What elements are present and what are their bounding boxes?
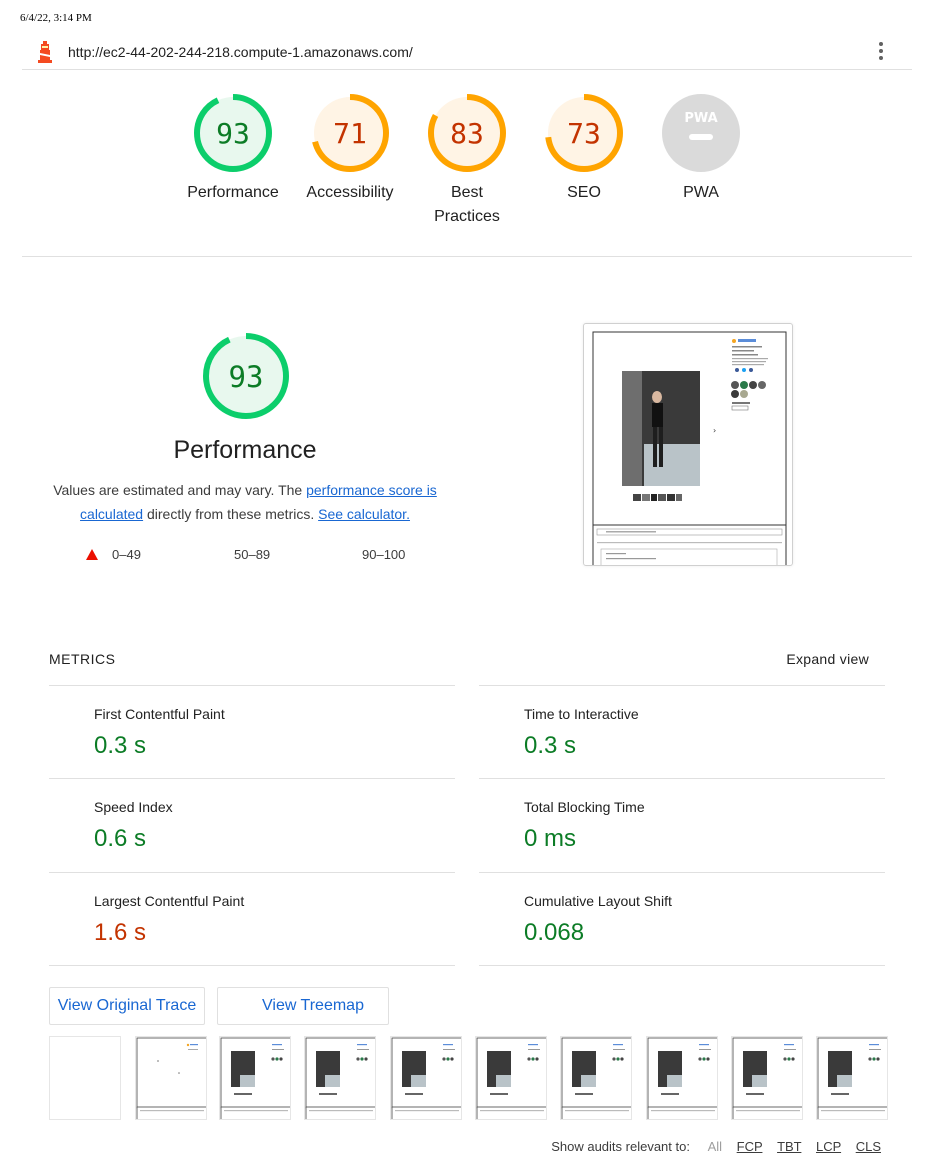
metrics-bottom-rule bbox=[479, 965, 885, 966]
gauge-ring: 93 bbox=[194, 94, 272, 172]
filter-all[interactable]: All bbox=[708, 1139, 722, 1154]
metric-time-to-interactive: Time to Interactive 0.3 s bbox=[479, 685, 885, 779]
filmstrip-frame bbox=[816, 1036, 888, 1120]
gauge-label: SEO bbox=[567, 184, 601, 201]
performance-description: Values are estimated and may vary. The p… bbox=[50, 478, 440, 526]
filter-tbt[interactable]: TBT bbox=[777, 1139, 801, 1154]
gauge-best-practices[interactable]: 83 Best Practices bbox=[407, 93, 527, 229]
desc-text-1: Values are estimated and may vary. The bbox=[53, 482, 307, 498]
metric-value: 0.3 s bbox=[94, 732, 147, 759]
filmstrip-frame bbox=[49, 1036, 121, 1120]
pwa-badge-icon: PWA bbox=[662, 94, 740, 172]
report-topbar: http://ec2-44-202-244-218.compute-1.amaz… bbox=[22, 36, 912, 70]
filmstrip-frame bbox=[219, 1036, 291, 1120]
gauge-label: Accessibility bbox=[306, 184, 394, 201]
print-date: 6/4/22, 3:14 PM bbox=[20, 12, 92, 24]
performance-score: 93 bbox=[229, 360, 264, 394]
desc-text-2: directly from these metrics. bbox=[143, 506, 319, 522]
filmstrip-frame bbox=[135, 1036, 207, 1120]
gauge-label-line1: Best bbox=[450, 184, 483, 201]
filmstrip bbox=[49, 1036, 889, 1120]
scale-average-label: 50–89 bbox=[234, 547, 271, 562]
metric-label: Cumulative Layout Shift bbox=[524, 893, 672, 909]
gauge-pwa[interactable]: PWA PWA bbox=[641, 93, 761, 205]
fail-triangle-icon bbox=[86, 549, 98, 560]
metric-value: 0.068 bbox=[524, 919, 585, 946]
filmstrip-frame bbox=[646, 1036, 718, 1120]
gauge-seo[interactable]: 73 SEO bbox=[524, 93, 644, 205]
filter-cls[interactable]: CLS bbox=[856, 1139, 881, 1154]
metric-value: 0.6 s bbox=[94, 825, 147, 852]
lighthouse-logo-icon bbox=[38, 41, 52, 63]
view-treemap-button[interactable]: View Treemap bbox=[217, 987, 389, 1025]
metric-value: 0.3 s bbox=[524, 732, 577, 759]
metric-value: 1.6 s bbox=[94, 919, 147, 946]
metric-label: Time to Interactive bbox=[524, 706, 639, 722]
scale-fail-label: 0–49 bbox=[112, 547, 141, 562]
view-original-trace-button[interactable]: View Original Trace bbox=[49, 987, 205, 1025]
metric-speed-index: Speed Index 0.6 s bbox=[49, 778, 455, 872]
metric-label: Total Blocking Time bbox=[524, 799, 645, 815]
gauge-ring: 83 bbox=[428, 94, 506, 172]
filmstrip-frame bbox=[560, 1036, 632, 1120]
scale-fail: 0–49 bbox=[86, 547, 141, 562]
gauge-ring: 73 bbox=[545, 94, 623, 172]
scale-average: 50–89 bbox=[234, 547, 270, 562]
metric-value: 0 ms bbox=[524, 825, 577, 852]
final-screenshot: › bbox=[583, 323, 793, 566]
expand-view-toggle[interactable]: Expand view bbox=[786, 651, 869, 667]
gauge-label: Best Practices bbox=[407, 181, 527, 229]
section-divider bbox=[22, 256, 912, 257]
gauge-score: 93 bbox=[216, 117, 250, 150]
scale-pass-label: 90–100 bbox=[362, 547, 406, 562]
report-url[interactable]: http://ec2-44-202-244-218.compute-1.amaz… bbox=[68, 44, 413, 60]
metric-label: Largest Contentful Paint bbox=[94, 893, 245, 909]
filmstrip-frame bbox=[475, 1036, 547, 1120]
metric-cumulative-layout-shift: Cumulative Layout Shift 0.068 bbox=[479, 872, 885, 966]
gauge-label: Performance bbox=[187, 184, 279, 201]
performance-title: Performance bbox=[173, 436, 317, 464]
audit-filter: Show audits relevant to: All FCP TBT LCP… bbox=[551, 1139, 881, 1154]
metric-total-blocking-time: Total Blocking Time 0 ms bbox=[479, 778, 885, 872]
category-gauges: 93 Performance 71 Accessibility 83 Best … bbox=[0, 93, 936, 243]
gauge-label: PWA bbox=[683, 184, 719, 201]
gauge-label-line2: Practices bbox=[434, 208, 500, 225]
gauge-ring: 71 bbox=[311, 94, 389, 172]
pwa-badge-text: PWA bbox=[684, 111, 717, 126]
filter-fcp[interactable]: FCP bbox=[737, 1139, 763, 1154]
metrics-header: METRICS bbox=[49, 651, 116, 667]
see-calculator-link[interactable]: See calculator. bbox=[318, 506, 410, 522]
gauge-score: 71 bbox=[333, 117, 367, 150]
gauge-score: 83 bbox=[450, 117, 484, 150]
metric-label: First Contentful Paint bbox=[94, 706, 225, 722]
audit-filter-label: Show audits relevant to: bbox=[551, 1139, 690, 1154]
metric-label: Speed Index bbox=[94, 799, 173, 815]
gauge-performance[interactable]: 93 Performance bbox=[173, 93, 293, 205]
screenshot-image: › bbox=[592, 331, 787, 565]
scale-pass: 90–100 bbox=[362, 547, 405, 562]
metric-first-contentful-paint: First Contentful Paint 0.3 s bbox=[49, 685, 455, 779]
filmstrip-frame bbox=[390, 1036, 462, 1120]
metric-largest-contentful-paint: Largest Contentful Paint 1.6 s bbox=[49, 872, 455, 966]
tools-menu-icon[interactable] bbox=[876, 40, 886, 62]
gauge-accessibility[interactable]: 71 Accessibility bbox=[290, 93, 410, 205]
filmstrip-frame bbox=[731, 1036, 803, 1120]
metrics-bottom-rule bbox=[49, 965, 455, 966]
filter-lcp[interactable]: LCP bbox=[816, 1139, 841, 1154]
svg-text:›: › bbox=[713, 426, 716, 435]
filmstrip-frame bbox=[304, 1036, 376, 1120]
gauge-score: 73 bbox=[567, 117, 601, 150]
performance-gauge: 93 bbox=[203, 333, 289, 419]
